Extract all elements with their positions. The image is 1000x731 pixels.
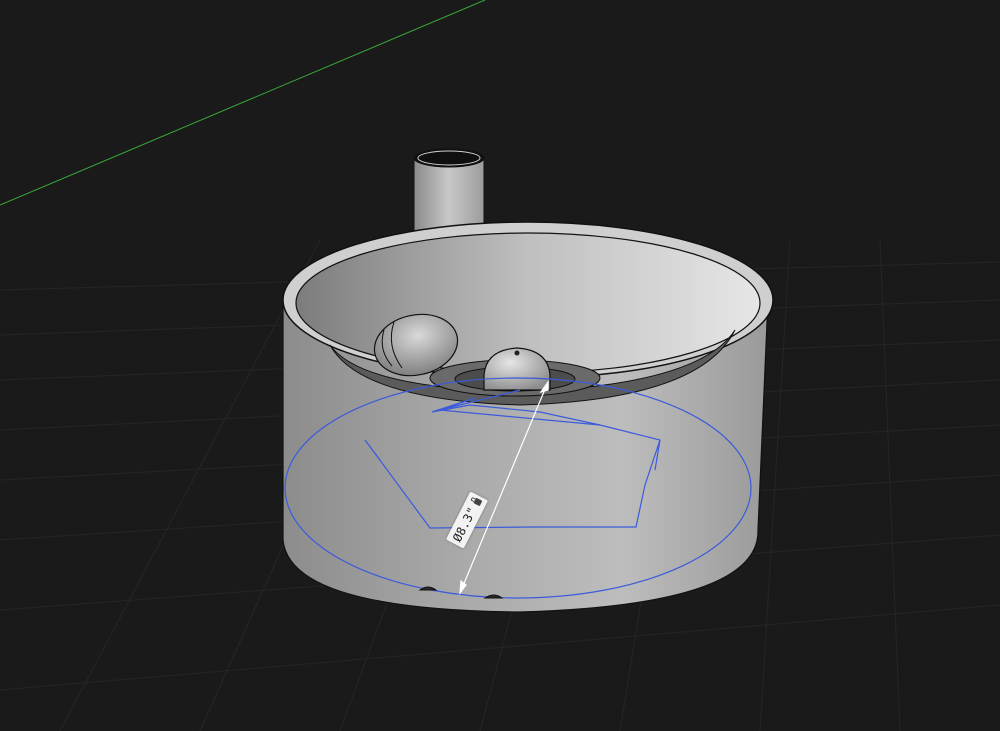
bowl-body[interactable] (282, 221, 774, 613)
lock-icon[interactable] (472, 497, 482, 507)
3d-viewport[interactable] (0, 0, 1000, 731)
x-axis-line (0, 0, 486, 206)
